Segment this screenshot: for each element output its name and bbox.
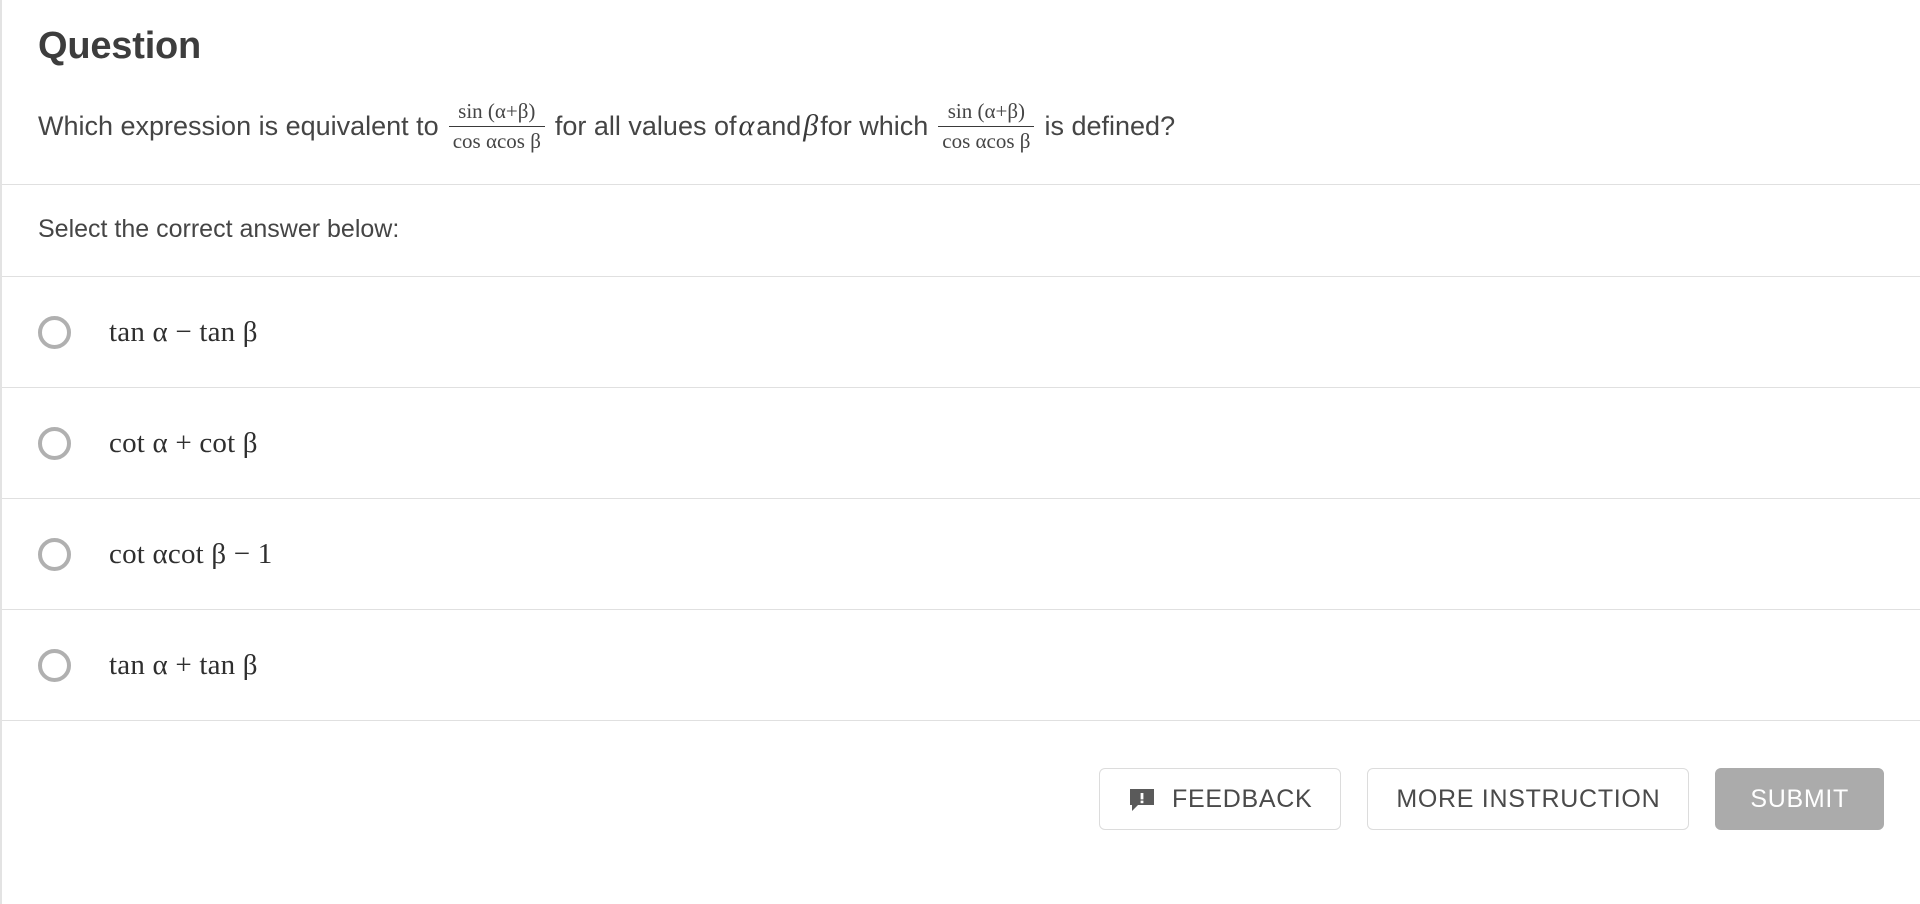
expression-sin-over-cos-1: sin (α+β) cos αcos β	[448, 98, 545, 155]
question-text-part-1: Which expression is equivalent to	[38, 110, 439, 141]
question-text-part-4: for which	[820, 110, 929, 141]
option-label-c: cot αcot β − 1	[109, 537, 273, 570]
question-text-part-5: is defined?	[1044, 110, 1176, 141]
option-label-d: tan α + tan β	[109, 648, 258, 681]
radio-button-d[interactable]	[38, 648, 71, 682]
expression-2-denominator: cos αcos β	[938, 126, 1035, 155]
option-row-a[interactable]: tan α − tan β	[2, 277, 1920, 389]
select-answer-prompt: Select the correct answer below:	[2, 185, 1920, 278]
speech-bubble-alert-icon	[1128, 786, 1156, 814]
option-row-d[interactable]: tan α + tan β	[2, 610, 1920, 722]
feedback-button[interactable]: FEEDBACK	[1099, 768, 1342, 831]
expression-1-denominator: cos αcos β	[448, 126, 545, 155]
submit-button[interactable]: SUBMIT	[1715, 768, 1884, 831]
more-instruction-button-label: MORE INSTRUCTION	[1396, 784, 1661, 813]
more-instruction-button[interactable]: MORE INSTRUCTION	[1367, 768, 1690, 831]
expression-2-numerator: sin (α+β)	[947, 98, 1026, 123]
radio-button-c[interactable]	[38, 537, 71, 571]
question-block: Question Which expression is equivalent …	[2, 0, 1920, 186]
action-bar: FEEDBACK MORE INSTRUCTION SUBMIT	[2, 721, 1920, 849]
option-label-b: cot α + cot β	[109, 426, 258, 459]
radio-button-b[interactable]	[38, 426, 71, 460]
question-panel: Question Which expression is equivalent …	[0, 0, 1920, 904]
expression-1-numerator: sin (α+β)	[458, 98, 536, 123]
option-row-b[interactable]: cot α + cot β	[2, 388, 1920, 500]
question-text-part-3: and	[756, 110, 802, 141]
question-statement: Which expression is equivalent to sin (α…	[38, 98, 1884, 154]
variable-alpha: α	[738, 108, 755, 142]
expression-sin-over-cos-2: sin (α+β) cos αcos β	[938, 98, 1035, 155]
submit-button-label: SUBMIT	[1750, 784, 1849, 813]
option-row-c[interactable]: cot αcot β − 1	[2, 499, 1920, 611]
option-label-a: tan α − tan β	[109, 315, 258, 348]
page-title: Question	[38, 25, 202, 67]
feedback-button-label: FEEDBACK	[1172, 784, 1313, 813]
question-text-part-2: for all values of	[554, 110, 737, 141]
variable-beta: β	[803, 108, 819, 142]
radio-button-a[interactable]	[38, 315, 71, 349]
